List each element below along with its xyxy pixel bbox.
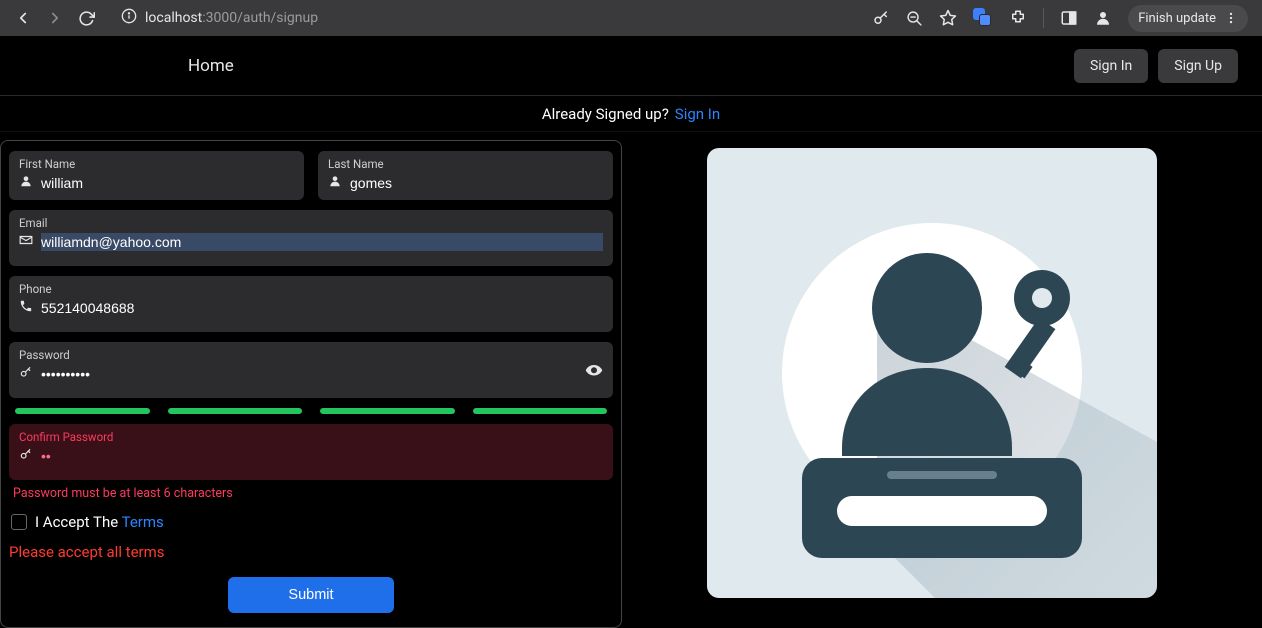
strength-bar — [15, 408, 150, 414]
submit-button[interactable]: Submit — [228, 577, 393, 613]
toggle-visibility-icon[interactable] — [585, 361, 603, 383]
password-strength — [9, 408, 613, 414]
password-field[interactable]: Password — [9, 342, 613, 398]
email-input[interactable] — [41, 233, 603, 251]
reload-icon[interactable] — [78, 10, 95, 27]
browser-chrome: localhost:3000/auth/signup Finish update — [0, 0, 1262, 36]
signup-form: First Name Last Name — [0, 140, 622, 628]
last-name-input[interactable] — [350, 174, 603, 192]
terms-row: I Accept The Terms — [9, 511, 613, 531]
email-label: Email — [19, 216, 603, 230]
panel-icon[interactable] — [1060, 9, 1078, 27]
bookmark-star-icon[interactable] — [939, 9, 957, 27]
confirm-password-input[interactable] — [41, 447, 603, 465]
illustration-panel — [662, 132, 1202, 628]
forward-icon[interactable] — [46, 9, 64, 27]
first-name-input[interactable] — [41, 174, 294, 192]
phone-icon — [19, 298, 33, 317]
key-icon — [19, 446, 33, 465]
nav-signin-button[interactable]: Sign In — [1074, 49, 1148, 83]
last-name-field[interactable]: Last Name — [318, 151, 613, 200]
app-nav: Home Sign In Sign Up — [0, 36, 1262, 96]
last-name-label: Last Name — [328, 157, 603, 171]
mail-icon — [19, 232, 33, 251]
finish-update-label: Finish update — [1138, 11, 1216, 26]
phone-field[interactable]: Phone — [9, 276, 613, 332]
person-icon — [19, 173, 33, 192]
phone-label: Phone — [19, 282, 603, 296]
person-icon — [328, 173, 342, 192]
strength-bar — [320, 408, 455, 414]
site-info-icon[interactable] — [121, 8, 137, 28]
extensions-icon[interactable] — [1009, 9, 1027, 27]
back-icon[interactable] — [14, 9, 32, 27]
confirm-password-error: Password must be at least 6 characters — [9, 486, 613, 501]
strength-bar — [473, 408, 608, 414]
terms-link[interactable]: Terms — [122, 513, 164, 531]
phone-input[interactable] — [41, 299, 603, 317]
password-key-icon[interactable] — [872, 9, 890, 27]
confirm-password-label: Confirm Password — [19, 430, 603, 444]
divider — [1043, 8, 1044, 28]
confirm-password-field[interactable]: Confirm Password — [9, 424, 613, 480]
illustration-card — [707, 148, 1157, 598]
finish-update-button[interactable]: Finish update — [1128, 5, 1248, 32]
address-bar[interactable]: localhost:3000/auth/signup — [107, 8, 866, 28]
subheader-text: Already Signed up? — [542, 105, 669, 123]
first-name-field[interactable]: First Name — [9, 151, 304, 200]
nav-home[interactable]: Home — [188, 56, 234, 76]
terms-text: I Accept The Terms — [35, 513, 164, 531]
subheader-signin-link[interactable]: Sign In — [675, 105, 720, 123]
terms-checkbox[interactable] — [11, 514, 27, 530]
zoom-icon[interactable] — [906, 10, 923, 27]
nav-signup-button[interactable]: Sign Up — [1158, 49, 1238, 83]
subheader: Already Signed up? Sign In — [0, 96, 1262, 132]
url-text: localhost:3000/auth/signup — [145, 10, 318, 26]
signup-illustration-icon — [782, 203, 1092, 563]
first-name-label: First Name — [19, 157, 294, 171]
password-label: Password — [19, 348, 603, 362]
password-input[interactable] — [41, 365, 603, 383]
terms-error: Please accept all terms — [9, 541, 613, 567]
email-field[interactable]: Email — [9, 210, 613, 266]
key-icon — [19, 364, 33, 383]
tab-groups-icon[interactable] — [973, 8, 993, 28]
profile-icon[interactable] — [1094, 9, 1112, 27]
strength-bar — [168, 408, 303, 414]
